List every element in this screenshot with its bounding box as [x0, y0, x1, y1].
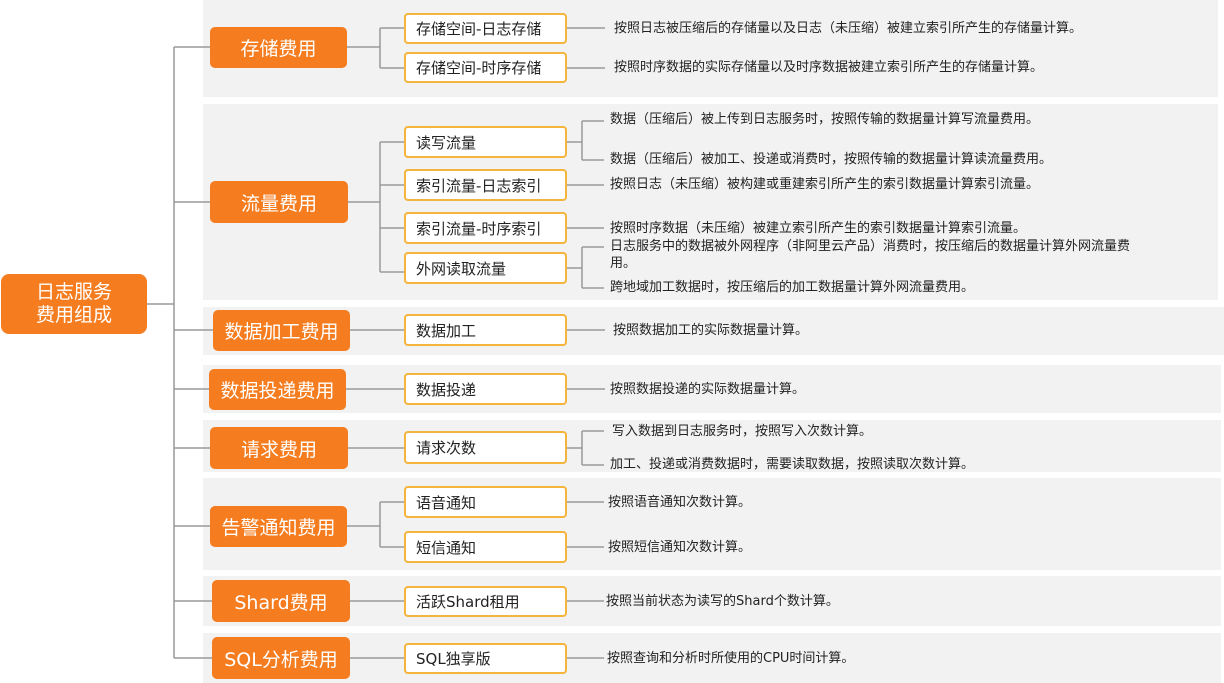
leaf-data-delivery: 数据投递: [404, 373, 567, 405]
desc-write-requests: 写入数据到日志服务时，按照写入次数计算。: [612, 424, 873, 439]
desc-active-shard: 按照当前状态为读写的Shard个数计算。: [606, 594, 839, 609]
connector-lines: [147, 27, 605, 659]
desc-voice-notification: 按照语音通知次数计算。: [608, 495, 752, 510]
leaf-active-shard-rental: 活跃Shard租用: [404, 586, 567, 617]
leaf-sms-notification: 短信通知: [404, 531, 567, 563]
desc-write-traffic: 数据（压缩后）被上传到日志服务时，按照传输的数据量计算写流量费用。: [610, 112, 1040, 127]
desc-metric-index-traffic: 按照时序数据（未压缩）被建立索引所产生的索引数据量计算索引流量。: [610, 221, 1027, 236]
leaf-data-processing: 数据加工: [404, 314, 567, 346]
desc-metric-storage: 按照时序数据的实际存储量以及时序数据被建立索引所产生的存储量计算。: [614, 60, 1044, 75]
leaf-metric-index-traffic: 索引流量-时序索引: [404, 212, 567, 244]
leaf-request-count: 请求次数: [404, 431, 567, 464]
category-traffic: 流量费用: [210, 181, 348, 223]
desc-sql-dedicated: 按照查询和分析时所使用的CPU时间计算。: [607, 651, 855, 666]
desc-data-delivery: 按照数据投递的实际数据量计算。: [610, 382, 806, 397]
desc-data-processing: 按照数据加工的实际数据量计算。: [613, 323, 809, 338]
category-storage: 存储费用: [210, 27, 347, 68]
root-node: 日志服务 费用组成: [1, 274, 147, 334]
desc-log-index-traffic: 按照日志（未压缩）被构建或重建索引所产生的索引数据量计算索引流量。: [610, 177, 1040, 192]
category-alerts: 告警通知费用: [210, 506, 347, 547]
category-sql: SQL分析费用: [212, 637, 350, 679]
desc-sms-notification: 按照短信通知次数计算。: [608, 540, 752, 555]
desc-cross-region-processing: 跨地域加工数据时，按压缩后的加工数据量计算外网流量费用。: [610, 280, 975, 295]
leaf-log-index-traffic: 索引流量-日志索引: [404, 169, 567, 201]
leaf-metric-storage: 存储空间-时序存储: [404, 52, 567, 83]
desc-internet-consumption: 日志服务中的数据被外网程序（非阿里云产品）消费时，按压缩后的数据量计算外网流量费…: [610, 239, 1131, 271]
category-shard: Shard费用: [212, 580, 350, 622]
leaf-read-write-traffic: 读写流量: [404, 126, 567, 158]
leaf-sql-dedicated: SQL独享版: [404, 643, 567, 674]
leaf-internet-read-traffic: 外网读取流量: [404, 252, 567, 284]
category-requests: 请求费用: [210, 427, 348, 469]
leaf-log-storage: 存储空间-日志存储: [404, 13, 567, 44]
desc-read-traffic: 数据（压缩后）被加工、投递或消费时，按照传输的数据量计算读流量费用。: [610, 152, 1053, 167]
leaf-voice-notification: 语音通知: [404, 486, 567, 518]
category-processing: 数据加工费用: [213, 310, 350, 351]
desc-log-storage: 按照日志被压缩后的存储量以及日志（未压缩）被建立索引所产生的存储量计算。: [614, 21, 1083, 36]
desc-read-requests: 加工、投递或消费数据时，需要读取数据，按照读取次数计算。: [610, 457, 975, 472]
category-delivery: 数据投递费用: [209, 369, 346, 410]
